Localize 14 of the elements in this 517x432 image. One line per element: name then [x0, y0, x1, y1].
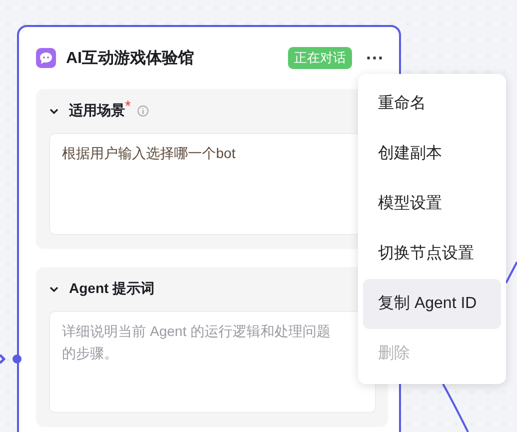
menu-item[interactable]: 复制 Agent ID: [363, 279, 501, 329]
chevron-icon[interactable]: [49, 106, 59, 116]
node-title: AI互动游戏体验馆: [66, 48, 195, 68]
chat-bubble-icon: [36, 48, 56, 68]
connection-port-icon[interactable]: [0, 353, 24, 365]
required-mark: *: [125, 101, 131, 113]
status-badge: 正在对话: [288, 47, 352, 69]
connector-line: [441, 383, 469, 432]
more-button[interactable]: ···: [362, 48, 388, 68]
section-title: 适用场景: [69, 102, 125, 120]
chevron-icon[interactable]: [49, 284, 59, 294]
section-title: Agent 提示词: [69, 280, 155, 298]
connector-line: [505, 261, 517, 284]
text-area[interactable]: 详细说明当前 Agent 的运行逻辑和处理问题的步骤。: [49, 311, 376, 413]
